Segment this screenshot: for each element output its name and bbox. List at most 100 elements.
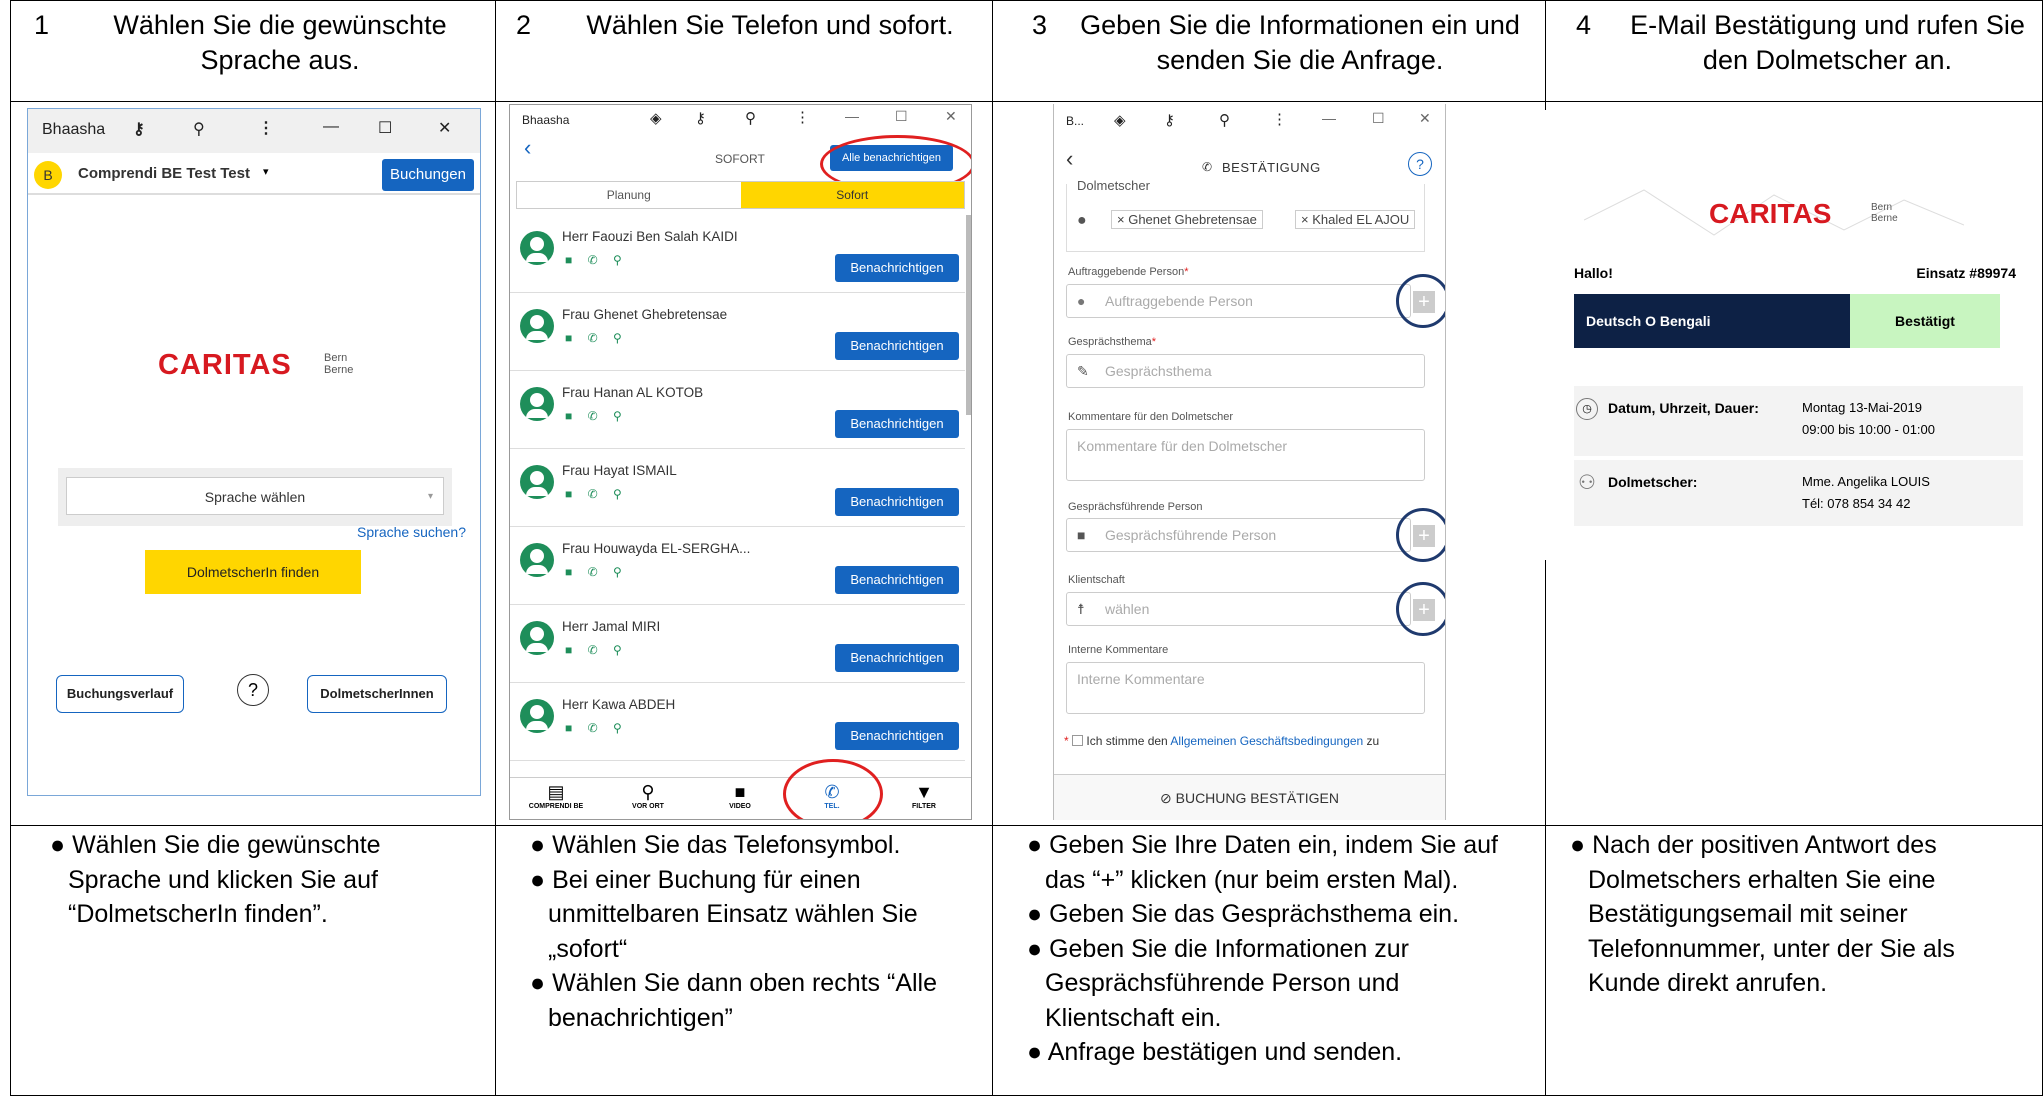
- header-divider: [11, 101, 2042, 102]
- caret-down-icon[interactable]: ▾: [263, 165, 269, 178]
- check-circle-icon: ⊘: [1160, 790, 1172, 806]
- account-bar: B Comprendi BE Test Test ▾ Buchungen: [28, 153, 480, 195]
- menu-icon[interactable]: ⋮: [1272, 110, 1287, 128]
- conducting-person-field[interactable]: ■ Gesprächsführende Person: [1066, 518, 1411, 552]
- find-interpreter-button[interactable]: DolmetscherIn finden: [145, 550, 361, 594]
- avatar-icon: [520, 465, 554, 499]
- pin-icon: ⚲: [641, 782, 655, 802]
- booking-history-button[interactable]: Buchungsverlauf: [56, 675, 184, 713]
- terms-link[interactable]: Allgemeinen Geschäftsbedingungen: [1170, 734, 1363, 748]
- interpreters-button[interactable]: DolmetscherInnen: [307, 675, 447, 713]
- list-item[interactable]: Frau Ghenet Ghebretensae ■ ✆ ⚲ Benachricht…: [510, 293, 965, 371]
- selected-tag[interactable]: × Ghenet Ghebretensae: [1111, 210, 1263, 229]
- help-icon[interactable]: ?: [1408, 152, 1432, 176]
- interpreter-name: Frau Hayat ISMAIL: [562, 463, 677, 478]
- status-badge: Bestätigt: [1850, 294, 2000, 348]
- back-icon[interactable]: ‹: [1066, 146, 1073, 172]
- step-title: Geben Sie die Informationen ein und send…: [1080, 10, 1520, 75]
- clientele-field[interactable]: ☨ wählen: [1066, 592, 1411, 626]
- list-item[interactable]: Herr Kawa ABDEH ■ ✆ ⚲ Benachrichtigen: [510, 683, 965, 761]
- location-icon[interactable]: ◈: [650, 109, 662, 127]
- avatar[interactable]: B: [34, 161, 62, 189]
- zoom-icon[interactable]: ⚲: [193, 119, 205, 139]
- location-icon[interactable]: ◈: [1114, 111, 1126, 129]
- contact-icons: ■ ✆ ⚲: [565, 409, 628, 423]
- nav-item[interactable]: ■ VIDEO: [694, 782, 786, 810]
- account-name[interactable]: Comprendi BE Test Test: [78, 165, 250, 182]
- internal-comments-field[interactable]: Interne Kommentare: [1066, 662, 1425, 714]
- clock-icon: ◷: [1576, 398, 1598, 420]
- maximize-icon[interactable]: ☐: [1372, 110, 1385, 127]
- field-label: Kommentare für den Dolmetscher: [1068, 411, 1234, 423]
- list-item[interactable]: Frau Hayat ISMAIL ■ ✆ ⚲ Benachrichtigen: [510, 449, 965, 527]
- pencil-icon: ✎: [1077, 363, 1089, 379]
- key-icon[interactable]: ⚷: [133, 119, 145, 139]
- help-icon[interactable]: ?: [237, 674, 269, 706]
- interpreter-phone: Tél: 078 854 34 42: [1802, 496, 1911, 511]
- menu-icon[interactable]: ⋮: [795, 108, 810, 126]
- notify-button[interactable]: Benachrichtigen: [835, 410, 959, 438]
- notify-button[interactable]: Benachrichtigen: [835, 332, 959, 360]
- minimize-icon[interactable]: —: [1322, 110, 1336, 126]
- bullet-list: ● Nach der positiven Antwort des Dolmets…: [1570, 828, 2010, 1001]
- zoom-icon[interactable]: ⚲: [1219, 111, 1230, 129]
- language-select[interactable]: Sprache wählen ▾: [66, 477, 444, 515]
- topic-field[interactable]: ✎ Gesprächsthema: [1066, 354, 1425, 388]
- notify-button[interactable]: Benachrichtigen: [835, 488, 959, 516]
- notify-button[interactable]: Benachrichtigen: [835, 254, 959, 282]
- person-icon: ●: [1077, 212, 1087, 229]
- scrollbar[interactable]: [966, 215, 971, 415]
- close-icon[interactable]: ✕: [1419, 110, 1431, 127]
- section-label: Dolmetscher: [1077, 178, 1150, 193]
- bullet-item: ● Geben Sie Ihre Daten ein, indem Sie au…: [1027, 831, 1498, 894]
- back-icon[interactable]: ‹: [524, 135, 531, 161]
- avatar-icon: [520, 621, 554, 655]
- list-item[interactable]: Frau Hanan AL KOTOB ■ ✆ ⚲ Benachrichtigen: [510, 371, 965, 449]
- video-icon: ■: [734, 782, 746, 802]
- zoom-icon[interactable]: ⚲: [745, 109, 756, 127]
- screens-divider: [11, 825, 2042, 826]
- comments-field[interactable]: Kommentare für den Dolmetscher: [1066, 429, 1425, 481]
- add-conducting-person-button[interactable]: +: [1396, 508, 1445, 562]
- client-person-field[interactable]: ● Auftraggebende Person: [1066, 284, 1411, 318]
- notify-button[interactable]: Benachrichtigen: [835, 566, 959, 594]
- minimize-icon[interactable]: —: [323, 118, 339, 136]
- nav-item[interactable]: ⚲ VOR ORT: [602, 782, 694, 810]
- minimize-icon[interactable]: —: [845, 108, 859, 124]
- key-icon[interactable]: ⚷: [1164, 111, 1175, 129]
- field-label: Gesprächsthema*: [1068, 336, 1157, 348]
- col-divider-1: [495, 1, 496, 1095]
- add-clientele-button[interactable]: +: [1396, 582, 1445, 636]
- list-item[interactable]: Herr Jamal MIRI ■ ✆ ⚲ Benachrichtigen: [510, 605, 965, 683]
- terms-checkbox[interactable]: [1072, 735, 1084, 746]
- contact-icons: ■ ✆ ⚲: [565, 565, 628, 579]
- bullet-item: ● Wählen Sie dann oben rechts “Alle bena…: [530, 969, 938, 1032]
- nav-item[interactable]: ▼ FILTER: [878, 782, 970, 810]
- notify-button[interactable]: Benachrichtigen: [835, 644, 959, 672]
- interpreter-name: Herr Faouzi Ben Salah KAIDI: [562, 229, 738, 244]
- tab-planning[interactable]: Planung: [517, 182, 741, 208]
- tab-immediate[interactable]: Sofort: [740, 182, 964, 208]
- maximize-icon[interactable]: ☐: [895, 108, 908, 125]
- key-icon[interactable]: ⚷: [695, 109, 706, 127]
- app-title: Bhaasha: [522, 113, 570, 127]
- maximize-icon[interactable]: ☐: [378, 118, 392, 138]
- menu-icon[interactable]: ⋮: [258, 118, 274, 138]
- list-item[interactable]: Herr Faouzi Ben Salah KAIDI ■ ✆ ⚲ Benachri…: [510, 215, 965, 293]
- nav-item[interactable]: ▤ COMPRENDI BE: [510, 782, 602, 810]
- add-client-person-button[interactable]: +: [1396, 274, 1445, 328]
- close-icon[interactable]: ✕: [945, 108, 957, 125]
- confirm-booking-button[interactable]: ⊘ BUCHUNG BESTÄTIGEN: [1054, 774, 1445, 820]
- selected-tag[interactable]: × Khaled EL AJOU: [1295, 210, 1416, 229]
- step-number: 3: [1032, 10, 1048, 40]
- interpreter-icon: ⚇: [1578, 472, 1596, 494]
- field-label: Gesprächsführende Person: [1068, 501, 1203, 513]
- search-language-link[interactable]: Sprache suchen?: [357, 524, 466, 540]
- bookings-button[interactable]: Buchungen: [382, 159, 474, 191]
- notify-button[interactable]: Benachrichtigen: [835, 722, 959, 750]
- list-item[interactable]: Frau Houwayda EL-SERGHA... ■ ✆ ⚲ Benachric…: [510, 527, 965, 605]
- title-bar: B... ◈ ⚷ ⚲ ⋮ — ☐ ✕: [1054, 104, 1445, 140]
- caritas-logo: CARITAS: [1709, 198, 1832, 229]
- screen-header: BESTÄTIGUNG: [1222, 160, 1321, 175]
- close-icon[interactable]: ✕: [438, 118, 451, 138]
